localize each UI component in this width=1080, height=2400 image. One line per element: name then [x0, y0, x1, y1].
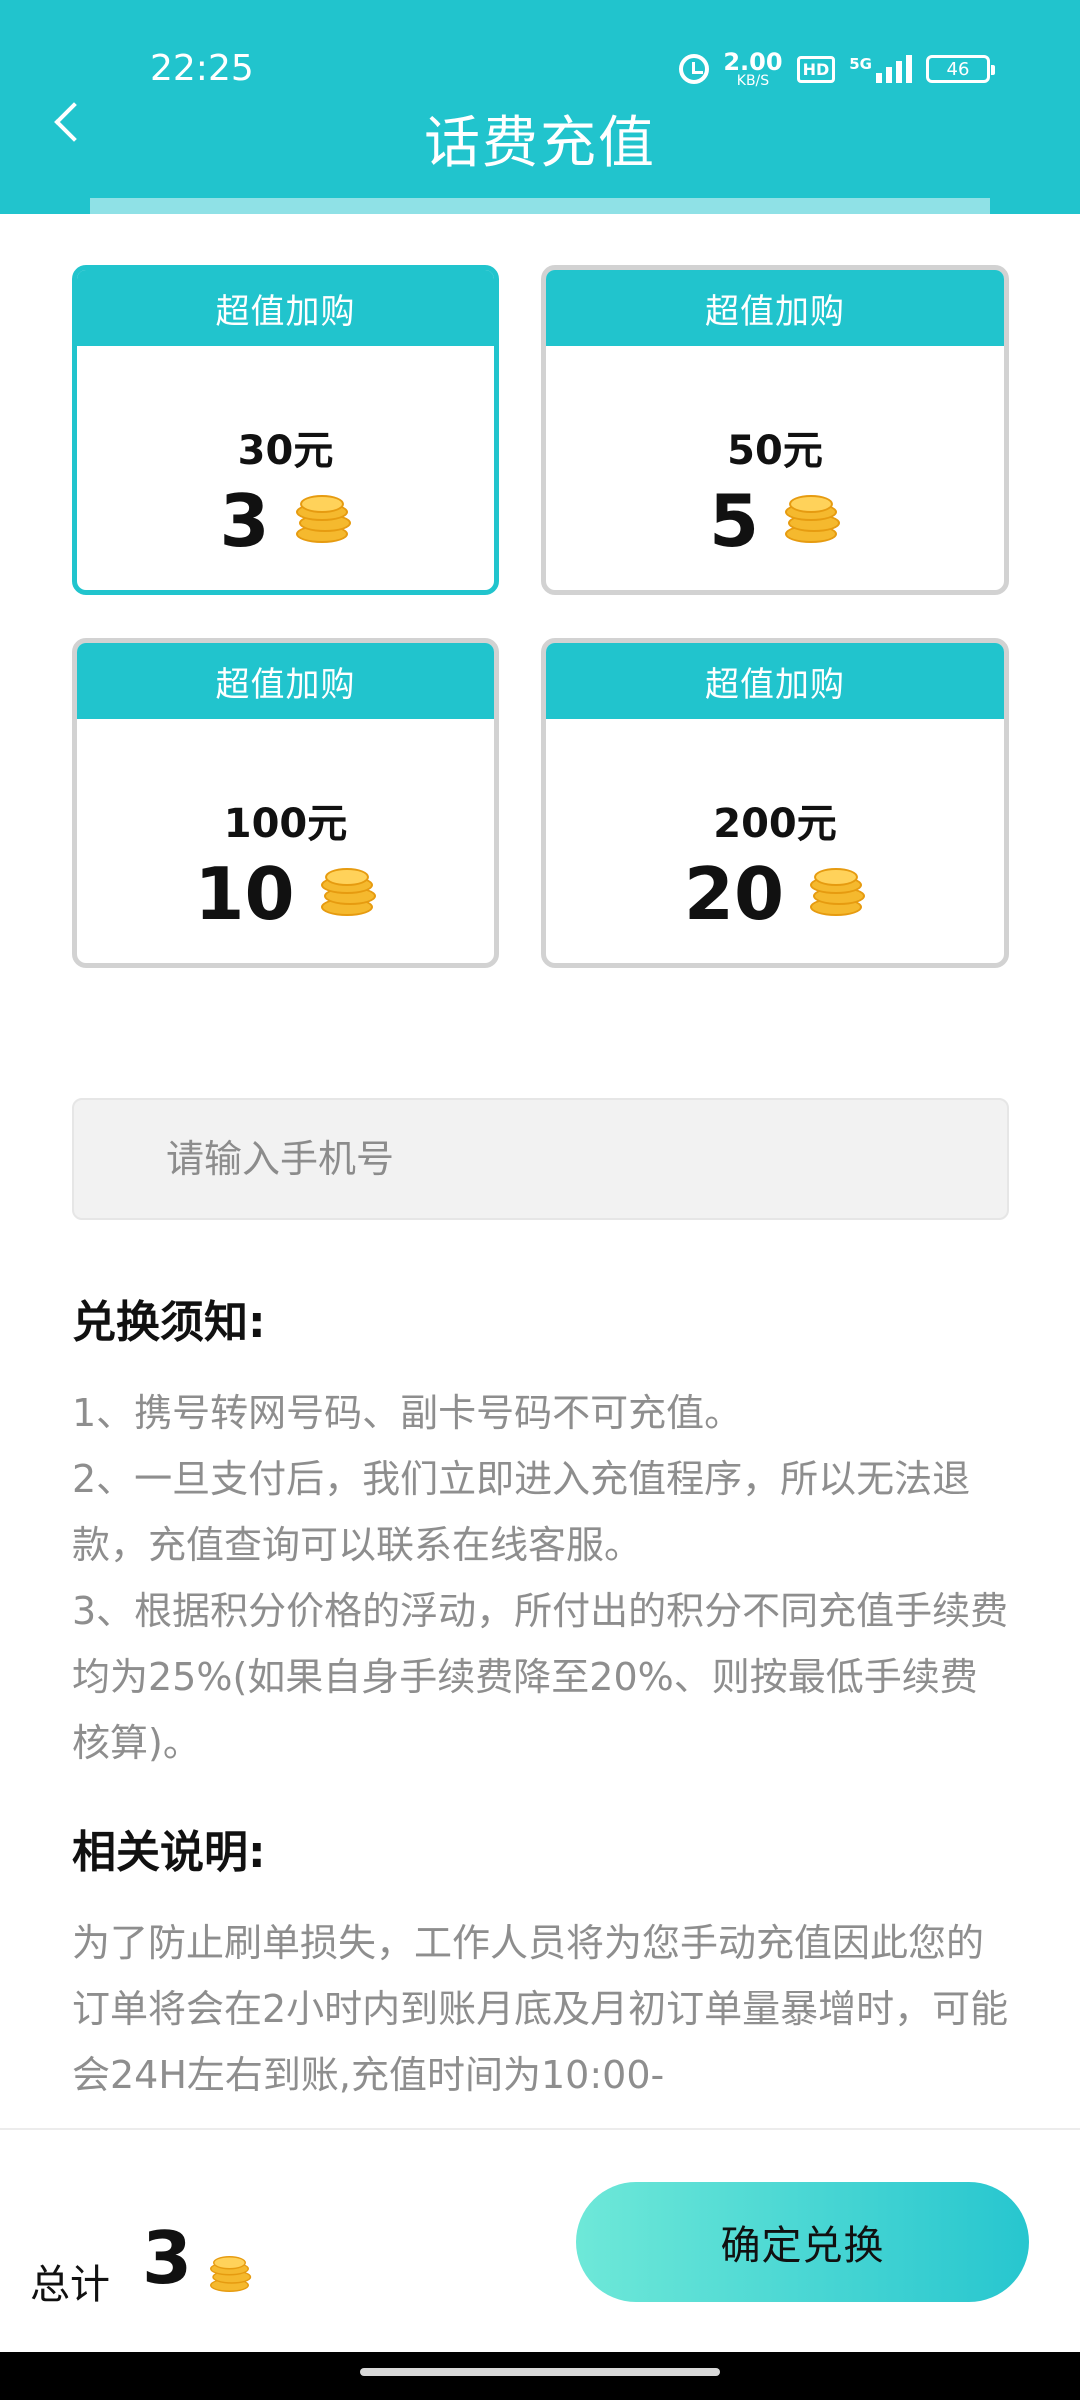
card-points-row: 5 — [546, 485, 1004, 557]
coin-icon — [810, 868, 866, 920]
card-price: 50元 — [727, 428, 823, 474]
card-banner: 超值加购 — [546, 643, 1004, 719]
signal-icon: 5G — [849, 55, 912, 83]
card-points-row: 3 — [77, 485, 494, 557]
package-card-200[interactable]: 超值加购 200元 20 — [541, 638, 1009, 968]
hd-icon: HD — [796, 55, 836, 83]
header-strip — [90, 198, 990, 214]
package-card-50[interactable]: 超值加购 50元 5 — [541, 265, 1009, 595]
coin-icon — [320, 868, 377, 920]
status-icons: 2.00 KB/S HD 5G 46 — [679, 48, 995, 89]
coin-icon — [785, 495, 841, 547]
phone-input[interactable] — [72, 1098, 1009, 1220]
confirm-exchange-button[interactable]: 确定兑换 — [576, 2182, 1029, 2302]
header-bar: 22:25 2.00 KB/S HD 5G 46 话费充值 — [0, 0, 1080, 214]
card-banner: 超值加购 — [77, 270, 494, 346]
battery-icon: 46 — [926, 55, 995, 83]
system-nav-bar — [0, 2352, 1080, 2400]
card-points-row: 10 — [77, 858, 494, 930]
coin-icon — [295, 495, 352, 547]
coin-icon — [210, 2256, 252, 2295]
card-points: 5 — [708, 479, 760, 563]
card-price: 30元 — [237, 428, 334, 474]
card-points-row: 20 — [546, 858, 1004, 930]
card-price: 100元 — [223, 801, 348, 847]
card-points: 10 — [194, 852, 295, 936]
alarm-icon — [679, 54, 710, 84]
card-points: 3 — [219, 479, 270, 563]
explain-text: 为了防止刷单损失，工作人员将为您手动充值因此您的订单将会在2小时内到账月底及月初… — [72, 1921, 1009, 2097]
notice-text: 1、携号转网号码、副卡号码不可充值。 2、一旦支付后，我们立即进入充值程序，所以… — [72, 1391, 1009, 1765]
total-value: 3 — [142, 2216, 193, 2300]
card-price: 200元 — [713, 801, 837, 847]
network-speed: 2.00 KB/S — [723, 48, 783, 89]
notice-title: 兑换须知: — [72, 1297, 266, 1348]
explain-title: 相关说明: — [72, 1827, 266, 1878]
card-banner: 超值加购 — [546, 270, 1004, 346]
status-time: 22:25 — [150, 48, 254, 89]
home-indicator[interactable] — [360, 2368, 720, 2376]
card-points: 20 — [683, 852, 785, 936]
package-card-100[interactable]: 超值加购 100元 10 — [72, 638, 499, 968]
total-label: 总计 — [30, 2262, 110, 2308]
page-title: 话费充值 — [424, 111, 656, 176]
package-card-30[interactable]: 超值加购 30元 3 — [72, 265, 499, 595]
card-banner: 超值加购 — [77, 643, 494, 719]
